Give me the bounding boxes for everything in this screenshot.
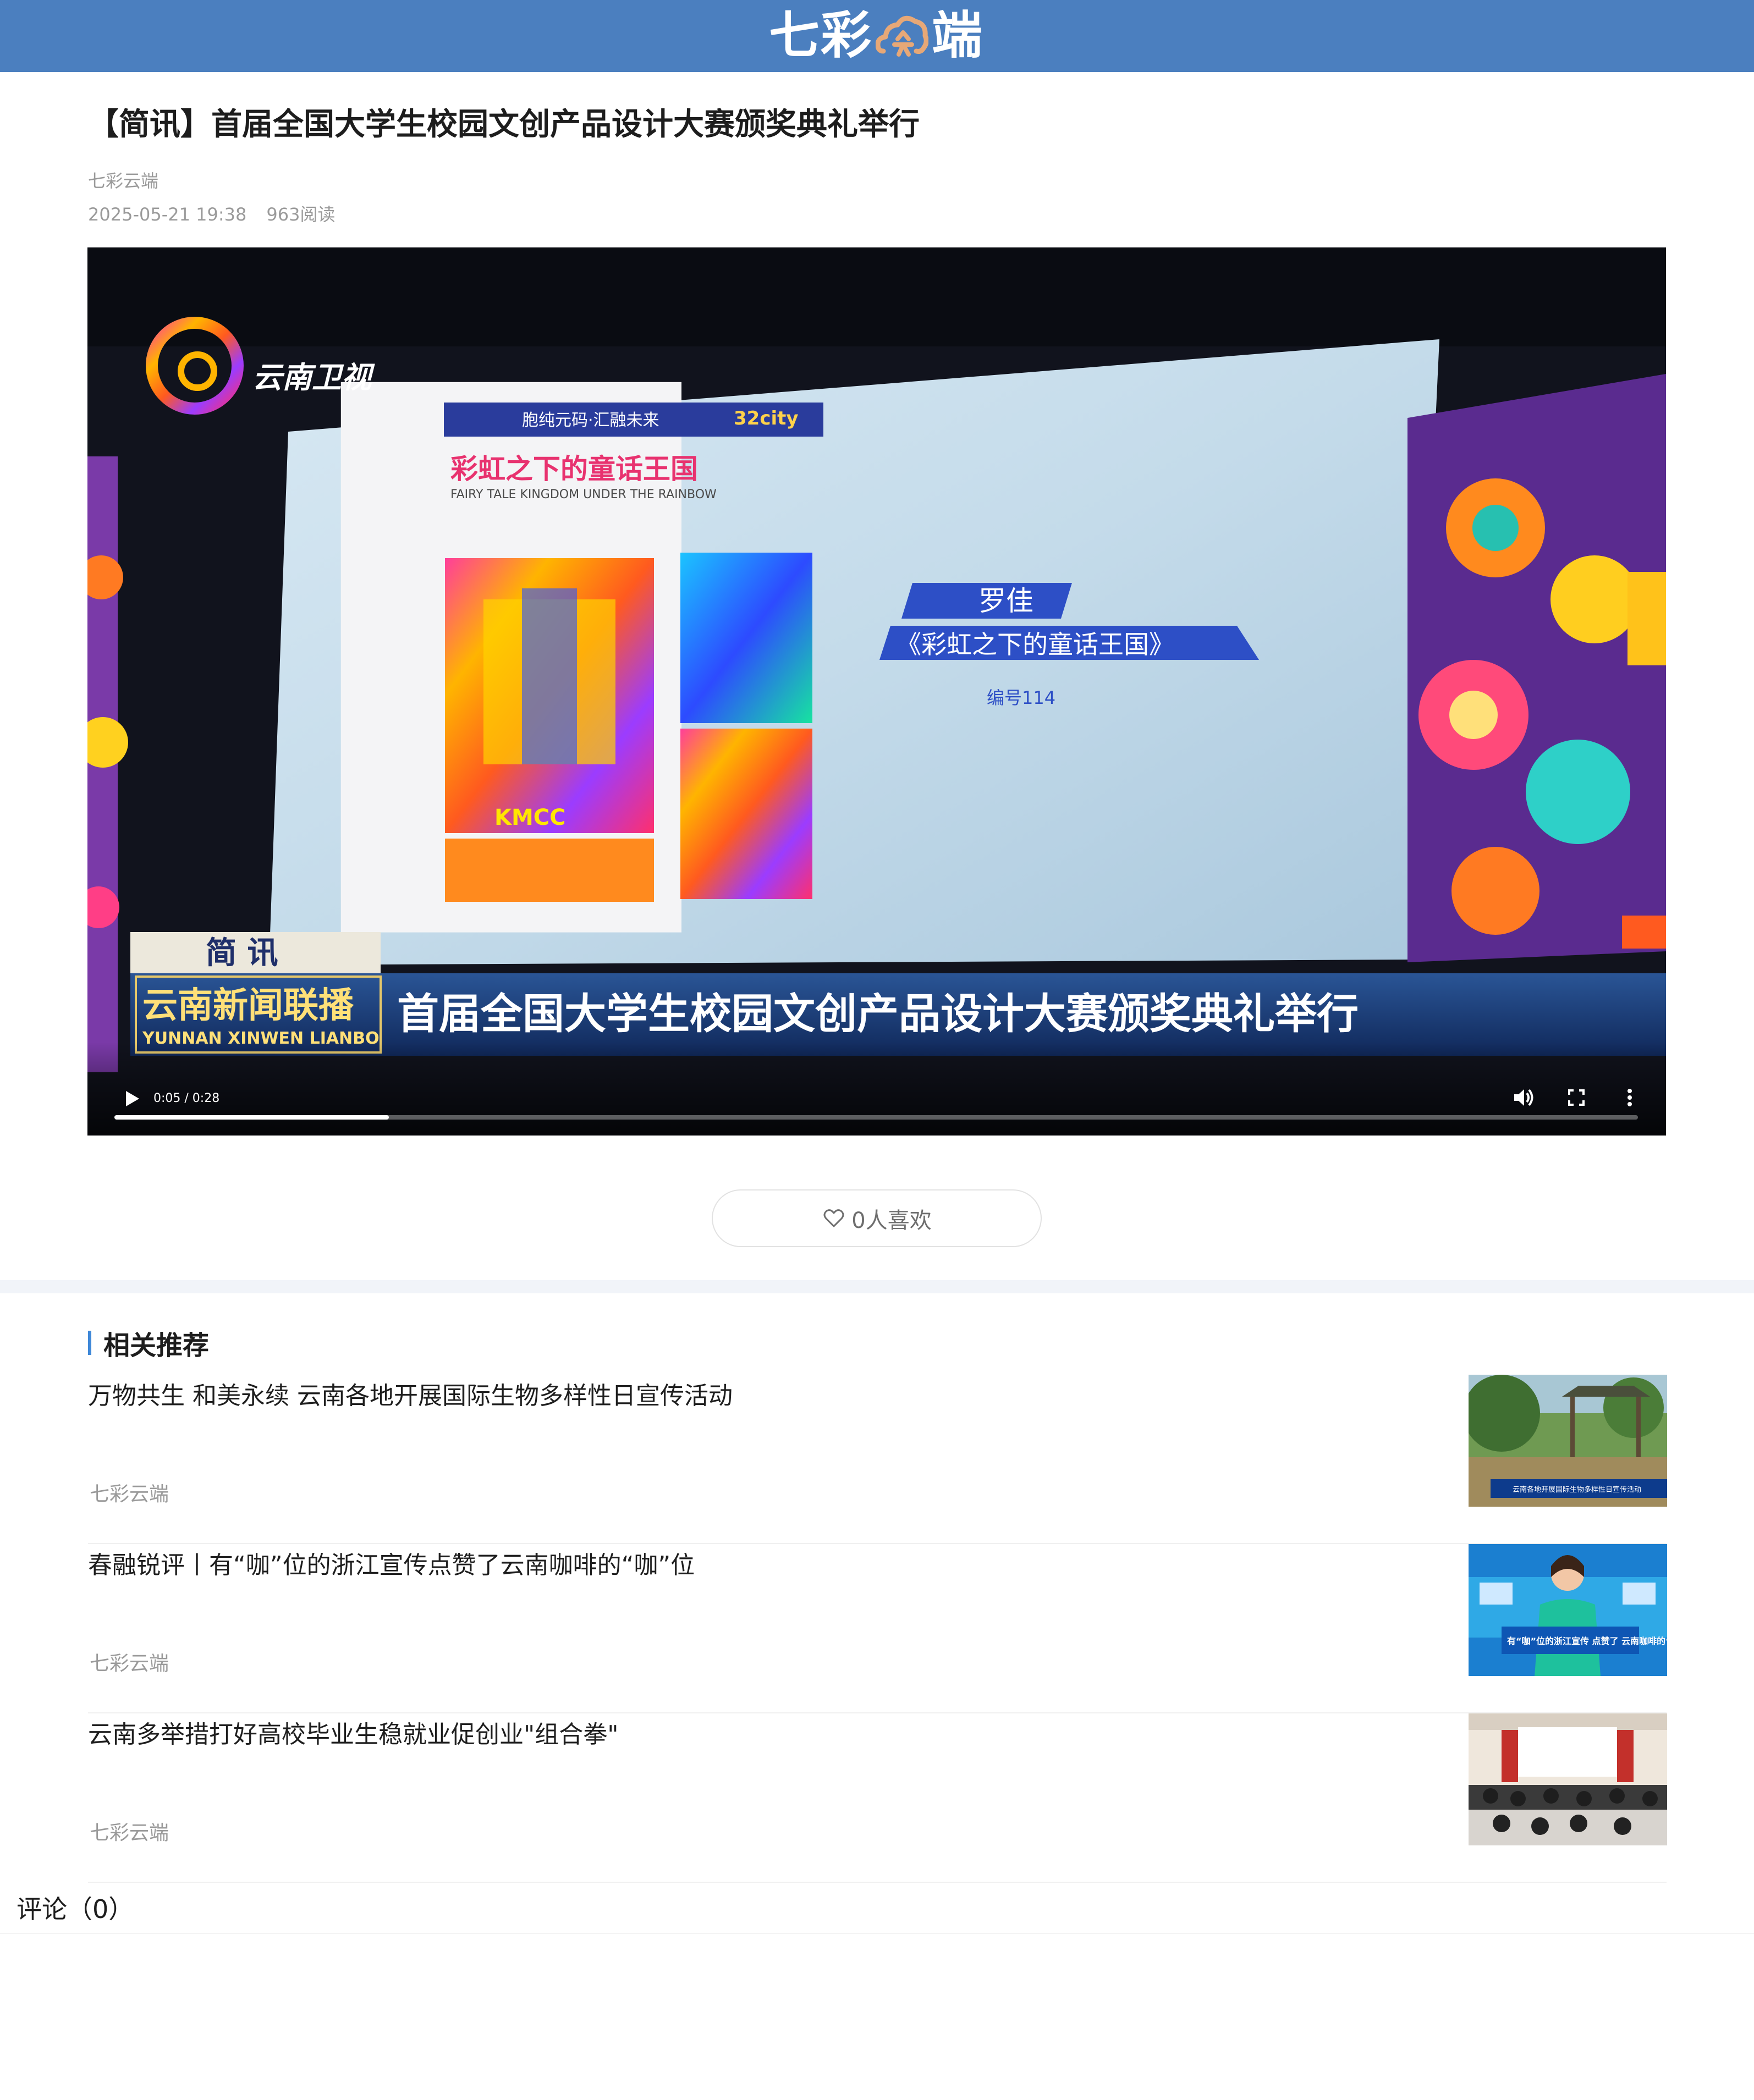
related-item-source: 七彩云端 — [90, 1652, 169, 1675]
related-item-source: 七彩云端 — [90, 1822, 169, 1844]
cloud-logo-icon — [876, 15, 929, 57]
winner-work-text: 《彩虹之下的童话王国》 — [896, 630, 1174, 659]
volume-icon[interactable] — [1506, 1081, 1539, 1114]
related-title: 相关推荐 — [103, 1330, 210, 1361]
poster-subtitle-text: FAIRY TALE KINGDOM UNDER THE RAINBOW — [450, 488, 717, 501]
article-title: 【简讯】首届全国大学生校园文创产品设计大赛颁奖典礼举行 — [88, 107, 920, 142]
like-count-label: 0人喜欢 — [851, 1208, 932, 1233]
winner-name-text: 罗佳 — [978, 585, 1033, 617]
related-item-title[interactable]: 万物共生 和美永续 云南各地开展国际生物多样性日宣传活动 — [88, 1375, 1436, 1418]
program-tag-text: 简 讯 — [206, 935, 278, 971]
related-item-thumbnail[interactable]: 云南各地开展国际生物多样性日宣传活动 — [1469, 1375, 1667, 1507]
comments-divider — [0, 1933, 1754, 1934]
related-item-thumbnail[interactable] — [1469, 1713, 1667, 1845]
related-item-thumbnail[interactable]: 有“咖”位的浙江宣传 点赞了 云南咖啡的“咖”位 — [1469, 1544, 1667, 1676]
poster-header-text: 胞纯元码·汇融未来 — [522, 411, 659, 430]
poster-badge-text: 32city — [734, 407, 799, 429]
related-header: 相关推荐 — [88, 1325, 210, 1361]
related-item-title[interactable]: 云南多举措打好高校毕业生稳就业促创业"组合拳" — [88, 1713, 1436, 1756]
logo-text-left: 七彩 — [769, 6, 873, 65]
program-name-text: 云南新闻联播 — [142, 985, 354, 1026]
related-item[interactable]: 春融锐评丨有“咖”位的浙江宣传点赞了云南咖啡的“咖”位 七彩云端 有“咖”位的浙… — [88, 1544, 1667, 1713]
read-count: 963阅读 — [266, 204, 336, 225]
related-item-title[interactable]: 春融锐评丨有“咖”位的浙江宣传点赞了云南咖啡的“咖”位 — [88, 1544, 1436, 1587]
section-divider — [0, 1280, 1754, 1293]
comments-header[interactable]: 评论（0） — [17, 1887, 134, 1931]
fullscreen-icon[interactable] — [1560, 1081, 1593, 1114]
controls-overlay — [87, 1042, 1666, 1136]
related-item[interactable]: 云南多举措打好高校毕业生稳就业促创业"组合拳" 七彩云端 — [88, 1713, 1667, 1883]
related-accent-bar — [88, 1331, 91, 1355]
progress-bar[interactable] — [114, 1115, 1638, 1120]
poster-title-text: 彩虹之下的童话王国 — [450, 453, 698, 485]
video-time: 0:05 / 0:28 — [153, 1092, 220, 1105]
heart-outline-icon — [823, 1209, 844, 1227]
publish-date: 2025-05-21 19:38 — [88, 204, 247, 225]
progress-fill — [114, 1115, 389, 1120]
video-player[interactable]: 胞纯元码·汇融未来 32city 彩虹之下的童话王国 FAIRY TALE KI… — [87, 247, 1666, 1136]
related-item[interactable]: 万物共生 和美永续 云南各地开展国际生物多样性日宣传活动 七彩云端 云南各地开展… — [88, 1375, 1667, 1544]
poster-kmcc-text: KMCC — [494, 805, 566, 830]
article-source: 七彩云端 — [88, 170, 159, 191]
station-logo-text: 云南卫视 — [252, 360, 375, 395]
more-vertical-icon[interactable] — [1613, 1081, 1646, 1114]
winner-number-text: 编号114 — [987, 687, 1055, 708]
thumbnail-caption: 有“咖”位的浙江宣传 点赞了 云南咖啡的“咖”位 — [1507, 1636, 1667, 1646]
video-frame[interactable]: 胞纯元码·汇融未来 32city 彩虹之下的童话王国 FAIRY TALE KI… — [87, 247, 1666, 1136]
thumbnail-caption: 云南各地开展国际生物多样性日宣传活动 — [1513, 1485, 1641, 1494]
article-meta: 2025-05-21 19:38 963阅读 — [88, 202, 335, 227]
top-bar: 七彩 端 — [0, 0, 1754, 72]
news-caption-text: 首届全国大学生校园文创产品设计大赛颁奖典礼举行 — [397, 989, 1359, 1038]
related-item-source: 七彩云端 — [90, 1483, 169, 1506]
site-logo[interactable]: 七彩 端 — [769, 7, 983, 64]
play-icon[interactable] — [116, 1083, 147, 1114]
logo-text-right: 端 — [932, 6, 984, 65]
like-button[interactable]: 0人喜欢 — [712, 1189, 1042, 1247]
